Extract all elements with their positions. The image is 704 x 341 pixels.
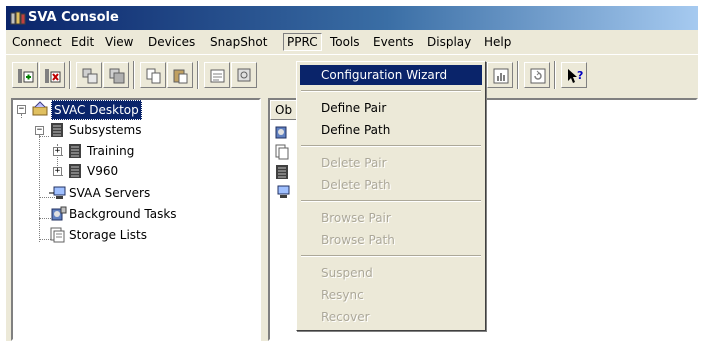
menu-events[interactable]: Events: [370, 34, 417, 50]
tree-node-label: Training: [87, 144, 135, 158]
add-button[interactable]: [12, 62, 38, 88]
copy-button[interactable]: [140, 62, 166, 88]
menu-separator: [301, 200, 481, 202]
add-icon: [18, 69, 34, 83]
menu-item-define-pair[interactable]: Define Pair: [300, 98, 482, 118]
storage-list-icon: [274, 144, 290, 163]
menu-item-define-path[interactable]: Define Path: [300, 120, 482, 140]
menu-devices[interactable]: Devices: [145, 34, 198, 50]
expand-toggle[interactable]: +: [53, 167, 62, 176]
tree-node-label: SVAC Desktop: [51, 100, 142, 120]
paste-icon: [173, 69, 188, 84]
title-bar[interactable]: SVA Console: [6, 6, 698, 30]
subsystem-icon: [67, 143, 83, 164]
toolbar-separator: [197, 61, 199, 89]
menu-snapshot[interactable]: SnapShot: [207, 34, 270, 50]
desktop-icon: [31, 101, 49, 122]
menu-item-browse-path[interactable]: Browse Path: [300, 230, 482, 250]
server-icon: [49, 185, 67, 206]
copy-config-icon: [82, 68, 98, 84]
menu-item-delete-path[interactable]: Delete Path: [300, 175, 482, 195]
settings-icon: [237, 68, 251, 82]
subsystem-icon: [67, 163, 83, 184]
svg-text:?: ?: [577, 69, 583, 82]
toolbar-separator: [517, 61, 519, 89]
window-title: SVA Console: [28, 10, 119, 25]
menu-bar: Connect Edit View Devices SnapShot PPRC …: [6, 31, 698, 53]
tree-node-label: SVAA Servers: [69, 186, 151, 200]
tree-node-background-tasks[interactable]: Background Tasks: [15, 205, 255, 223]
menu-item-recover[interactable]: Recover: [300, 307, 482, 327]
app-window: SVA Console Connect Edit View Devices Sn…: [6, 6, 698, 341]
paste-config-button[interactable]: [103, 62, 129, 88]
toolbar-separator: [554, 61, 556, 89]
tree-node-storage-lists[interactable]: Storage Lists: [15, 226, 255, 244]
copy-config-button[interactable]: [76, 62, 102, 88]
remove-icon: [45, 69, 61, 83]
menu-item-delete-pair[interactable]: Delete Pair: [300, 153, 482, 173]
tree-node-root[interactable]: − SVAC Desktop: [15, 100, 255, 120]
menu-connect[interactable]: Connect: [9, 34, 65, 50]
copy-icon: [146, 68, 161, 84]
menu-display[interactable]: Display: [424, 34, 474, 50]
remove-button[interactable]: [39, 62, 65, 88]
menu-tools[interactable]: Tools: [327, 34, 363, 50]
tree-node-training[interactable]: + Training: [15, 142, 255, 160]
refresh-icon: [530, 68, 546, 84]
server-icon: [274, 184, 290, 203]
expand-toggle[interactable]: +: [53, 147, 62, 156]
help-icon: ?: [568, 69, 583, 83]
menu-item-configuration-wizard[interactable]: Configuration Wizard: [300, 65, 482, 85]
menu-help[interactable]: Help: [481, 34, 514, 50]
menu-edit[interactable]: Edit: [68, 34, 97, 50]
menu-item-resync[interactable]: Resync: [300, 285, 482, 305]
toolbar-separator: [69, 61, 71, 89]
app-icon: [10, 10, 26, 26]
tree-node-subsystems[interactable]: − Subsystems: [15, 121, 255, 139]
properties-icon: [210, 69, 225, 83]
menu-pprc[interactable]: PPRC: [283, 33, 322, 51]
properties-button[interactable]: [204, 62, 230, 88]
menu-item-suspend[interactable]: Suspend: [300, 263, 482, 283]
background-tasks-icon: [49, 206, 67, 227]
collapse-toggle[interactable]: −: [35, 126, 44, 135]
menu-separator: [301, 145, 481, 147]
collapse-toggle[interactable]: −: [17, 105, 26, 114]
menu-separator: [301, 90, 481, 92]
tree-node-v960[interactable]: + V960: [15, 162, 255, 180]
paste-config-icon: [109, 68, 125, 84]
storage-list-icon: [49, 227, 65, 248]
settings-button[interactable]: [231, 62, 257, 88]
subsystem-icon: [274, 164, 290, 183]
pprc-dropdown-menu: Configuration Wizard Define Pair Define …: [296, 61, 486, 331]
paste-button[interactable]: [167, 62, 193, 88]
tree-node-label: Storage Lists: [69, 228, 147, 242]
help-button[interactable]: ?: [561, 62, 587, 88]
menu-view[interactable]: View: [102, 34, 136, 50]
refresh-button[interactable]: [524, 62, 550, 88]
tree-node-svaa-servers[interactable]: SVAA Servers: [15, 184, 255, 202]
menu-separator: [301, 255, 481, 257]
navigation-tree: − SVAC Desktop − Subsystems + Training +: [11, 98, 261, 341]
subsystem-icon: [49, 122, 65, 143]
report-button[interactable]: [487, 62, 513, 88]
toolbar-separator: [133, 61, 135, 89]
tree-node-label: Background Tasks: [69, 207, 177, 221]
tree-node-label: V960: [87, 164, 119, 178]
report-icon: [493, 68, 509, 84]
tree-node-label: Subsystems: [69, 123, 142, 137]
background-tasks-icon: [274, 124, 290, 143]
menu-item-browse-pair[interactable]: Browse Pair: [300, 208, 482, 228]
